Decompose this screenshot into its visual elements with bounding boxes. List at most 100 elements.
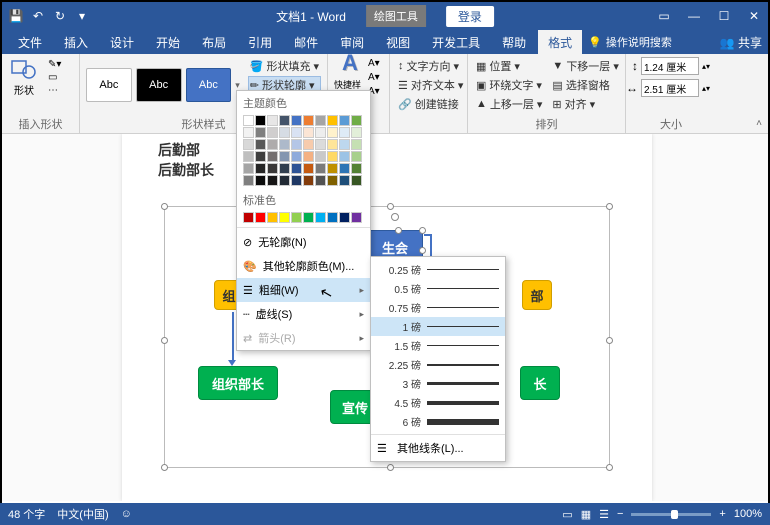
color-swatch[interactable]	[315, 115, 326, 126]
color-swatch[interactable]	[315, 212, 326, 223]
color-swatch[interactable]	[243, 212, 254, 223]
color-swatch[interactable]	[279, 115, 290, 126]
send-backward-button[interactable]: ▼ 下移一层 ▾	[550, 57, 620, 75]
color-swatch[interactable]	[339, 163, 350, 174]
color-swatch[interactable]	[243, 163, 254, 174]
text-1[interactable]: 后勤部	[158, 140, 200, 160]
color-swatch[interactable]	[303, 212, 314, 223]
zoom-level[interactable]: 100%	[734, 508, 762, 520]
shape-green1[interactable]: 组织部长	[198, 366, 278, 400]
no-outline-item[interactable]: ⊘无轮廓(N)	[237, 230, 370, 254]
rotate-handle[interactable]	[391, 213, 399, 221]
color-swatch[interactable]	[255, 151, 266, 162]
style-preset-2[interactable]: Abc	[136, 68, 182, 102]
tab-insert[interactable]: 插入	[54, 30, 98, 55]
handle-sw[interactable]	[161, 464, 168, 471]
color-swatch[interactable]	[255, 163, 266, 174]
color-swatch[interactable]	[279, 163, 290, 174]
color-swatch[interactable]	[267, 115, 278, 126]
color-swatch[interactable]	[279, 127, 290, 138]
minimize-icon[interactable]: —	[686, 8, 702, 24]
shape-green3[interactable]: 长	[520, 366, 560, 400]
color-swatch[interactable]	[291, 139, 302, 150]
weight-0-5[interactable]: 0.5 磅	[371, 279, 505, 298]
login-button[interactable]: 登录	[446, 6, 494, 27]
tab-format[interactable]: 格式	[538, 30, 582, 55]
weight-0-25[interactable]: 0.25 磅	[371, 260, 505, 279]
color-swatch[interactable]	[315, 151, 326, 162]
accessibility-icon[interactable]: ☺	[121, 508, 132, 520]
color-swatch[interactable]	[315, 139, 326, 150]
color-swatch[interactable]	[339, 139, 350, 150]
color-swatch[interactable]	[339, 212, 350, 223]
color-swatch[interactable]	[243, 151, 254, 162]
color-swatch[interactable]	[291, 175, 302, 186]
text-fill-icon[interactable]: A▾	[368, 58, 380, 69]
color-swatch[interactable]	[255, 127, 266, 138]
tab-view[interactable]: 视图	[376, 30, 420, 55]
color-swatch[interactable]	[339, 115, 350, 126]
color-swatch[interactable]	[243, 115, 254, 126]
shape-yellow2[interactable]: 部	[522, 280, 552, 310]
arrows-item[interactable]: ⇄箭头(R)▸	[237, 326, 370, 350]
color-swatch[interactable]	[267, 139, 278, 150]
tell-me-search[interactable]: 💡 操作说明搜索	[588, 34, 672, 50]
weight-0-75[interactable]: 0.75 磅	[371, 298, 505, 317]
color-swatch[interactable]	[255, 212, 266, 223]
text-outline-icon[interactable]: A▾	[368, 72, 380, 83]
height-input[interactable]: 1.24 厘米	[641, 57, 699, 75]
weight-6[interactable]: 6 磅	[371, 412, 505, 431]
redo-icon[interactable]: ↻	[52, 8, 68, 24]
text-2[interactable]: 后勤部长	[158, 160, 214, 180]
color-swatch[interactable]	[243, 139, 254, 150]
color-swatch[interactable]	[339, 151, 350, 162]
create-link-button[interactable]: 🔗 创建链接	[396, 95, 461, 113]
width-input[interactable]: 2.51 厘米	[641, 79, 699, 97]
color-swatch[interactable]	[291, 115, 302, 126]
color-swatch[interactable]	[351, 115, 362, 126]
weight-3[interactable]: 3 磅	[371, 374, 505, 393]
shape-fill-button[interactable]: 🪣形状填充 ▾	[248, 57, 321, 75]
weight-1-5[interactable]: 1.5 磅	[371, 336, 505, 355]
weight-4-5[interactable]: 4.5 磅	[371, 393, 505, 412]
color-swatch[interactable]	[351, 175, 362, 186]
color-swatch[interactable]	[243, 175, 254, 186]
bring-forward-button[interactable]: ▲ 上移一层 ▾	[474, 95, 544, 113]
color-swatch[interactable]	[279, 175, 290, 186]
color-swatch[interactable]	[327, 175, 338, 186]
color-swatch[interactable]	[315, 175, 326, 186]
style-preset-1[interactable]: Abc	[86, 68, 132, 102]
tab-layout[interactable]: 布局	[192, 30, 236, 55]
position-button[interactable]: ▦ 位置 ▾	[474, 57, 544, 75]
more-colors-item[interactable]: 🎨其他轮廓颜色(M)...	[237, 254, 370, 278]
handle-nw[interactable]	[161, 203, 168, 210]
word-count[interactable]: 48 个字	[8, 506, 45, 522]
view-read-icon[interactable]: ▭	[562, 508, 572, 521]
handle-e[interactable]	[606, 337, 613, 344]
customize-qat-icon[interactable]: ▾	[74, 8, 90, 24]
handle-ne[interactable]	[606, 203, 613, 210]
textbox-icon[interactable]: ▭	[48, 72, 61, 83]
color-swatch[interactable]	[351, 212, 362, 223]
color-swatch[interactable]	[267, 151, 278, 162]
color-swatch[interactable]	[279, 151, 290, 162]
wrap-text-button[interactable]: ▣ 环绕文字 ▾	[474, 76, 544, 94]
tab-developer[interactable]: 开发工具	[422, 30, 490, 55]
zoom-out-icon[interactable]: −	[617, 508, 623, 520]
save-icon[interactable]: 💾	[8, 8, 24, 24]
color-swatch[interactable]	[303, 139, 314, 150]
undo-icon[interactable]: ↶	[30, 8, 46, 24]
color-swatch[interactable]	[327, 115, 338, 126]
color-swatch[interactable]	[255, 139, 266, 150]
tab-mailings[interactable]: 邮件	[284, 30, 328, 55]
tab-references[interactable]: 引用	[238, 30, 282, 55]
color-swatch[interactable]	[291, 163, 302, 174]
more-lines-item[interactable]: ☰其他线条(L)...	[371, 438, 505, 458]
color-swatch[interactable]	[243, 127, 254, 138]
weight-item[interactable]: ☰粗细(W)▸	[237, 278, 370, 302]
handle-w[interactable]	[161, 337, 168, 344]
collapse-ribbon-icon[interactable]: ˄	[756, 118, 762, 129]
color-swatch[interactable]	[303, 175, 314, 186]
color-swatch[interactable]	[351, 139, 362, 150]
color-swatch[interactable]	[351, 151, 362, 162]
